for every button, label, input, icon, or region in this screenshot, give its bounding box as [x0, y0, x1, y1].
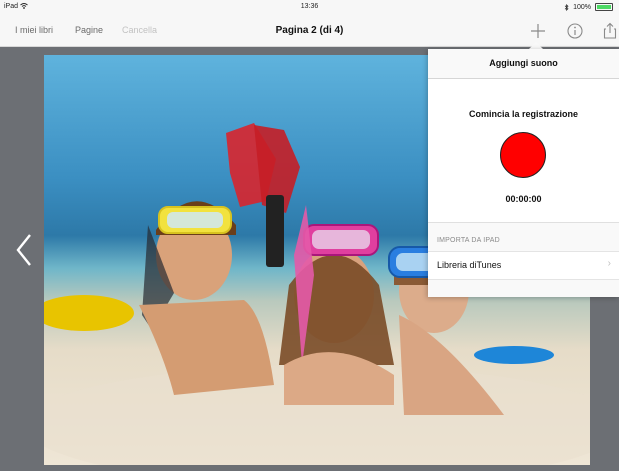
record-button[interactable] — [500, 132, 546, 178]
info-icon[interactable] — [565, 21, 585, 41]
status-time: 13:36 — [300, 3, 319, 10]
navigation-bar: I miei libri Pagine Cancella Pagina 2 (d… — [0, 14, 619, 47]
battery-icon — [595, 3, 613, 11]
record-label: Comincia la registrazione — [468, 109, 579, 119]
chevron-right-icon: › — [607, 258, 611, 269]
itunes-library-label: Libreria diTunes — [437, 260, 502, 270]
battery-percentage: 100% — [573, 3, 591, 11]
plus-icon[interactable] — [528, 21, 548, 41]
import-section-header: IMPORTA DA IPAD — [437, 237, 500, 244]
record-timer: 00:00:00 — [505, 194, 542, 204]
record-section: Comincia la registrazione 00:00:00 — [428, 79, 619, 223]
itunes-library-row[interactable]: Libreria diTunes › — [428, 251, 619, 280]
status-right: 100% — [564, 3, 613, 11]
popover-title: Aggiungi suono — [428, 49, 619, 79]
chevron-left-icon[interactable] — [14, 233, 34, 267]
add-sound-popover: Aggiungi suono Comincia la registrazione… — [428, 49, 619, 297]
share-icon[interactable] — [600, 21, 619, 41]
page-title: Pagina 2 (di 4) — [275, 25, 344, 36]
bluetooth-icon — [564, 3, 569, 11]
status-bar: iPad 13:36 100% — [0, 0, 619, 14]
